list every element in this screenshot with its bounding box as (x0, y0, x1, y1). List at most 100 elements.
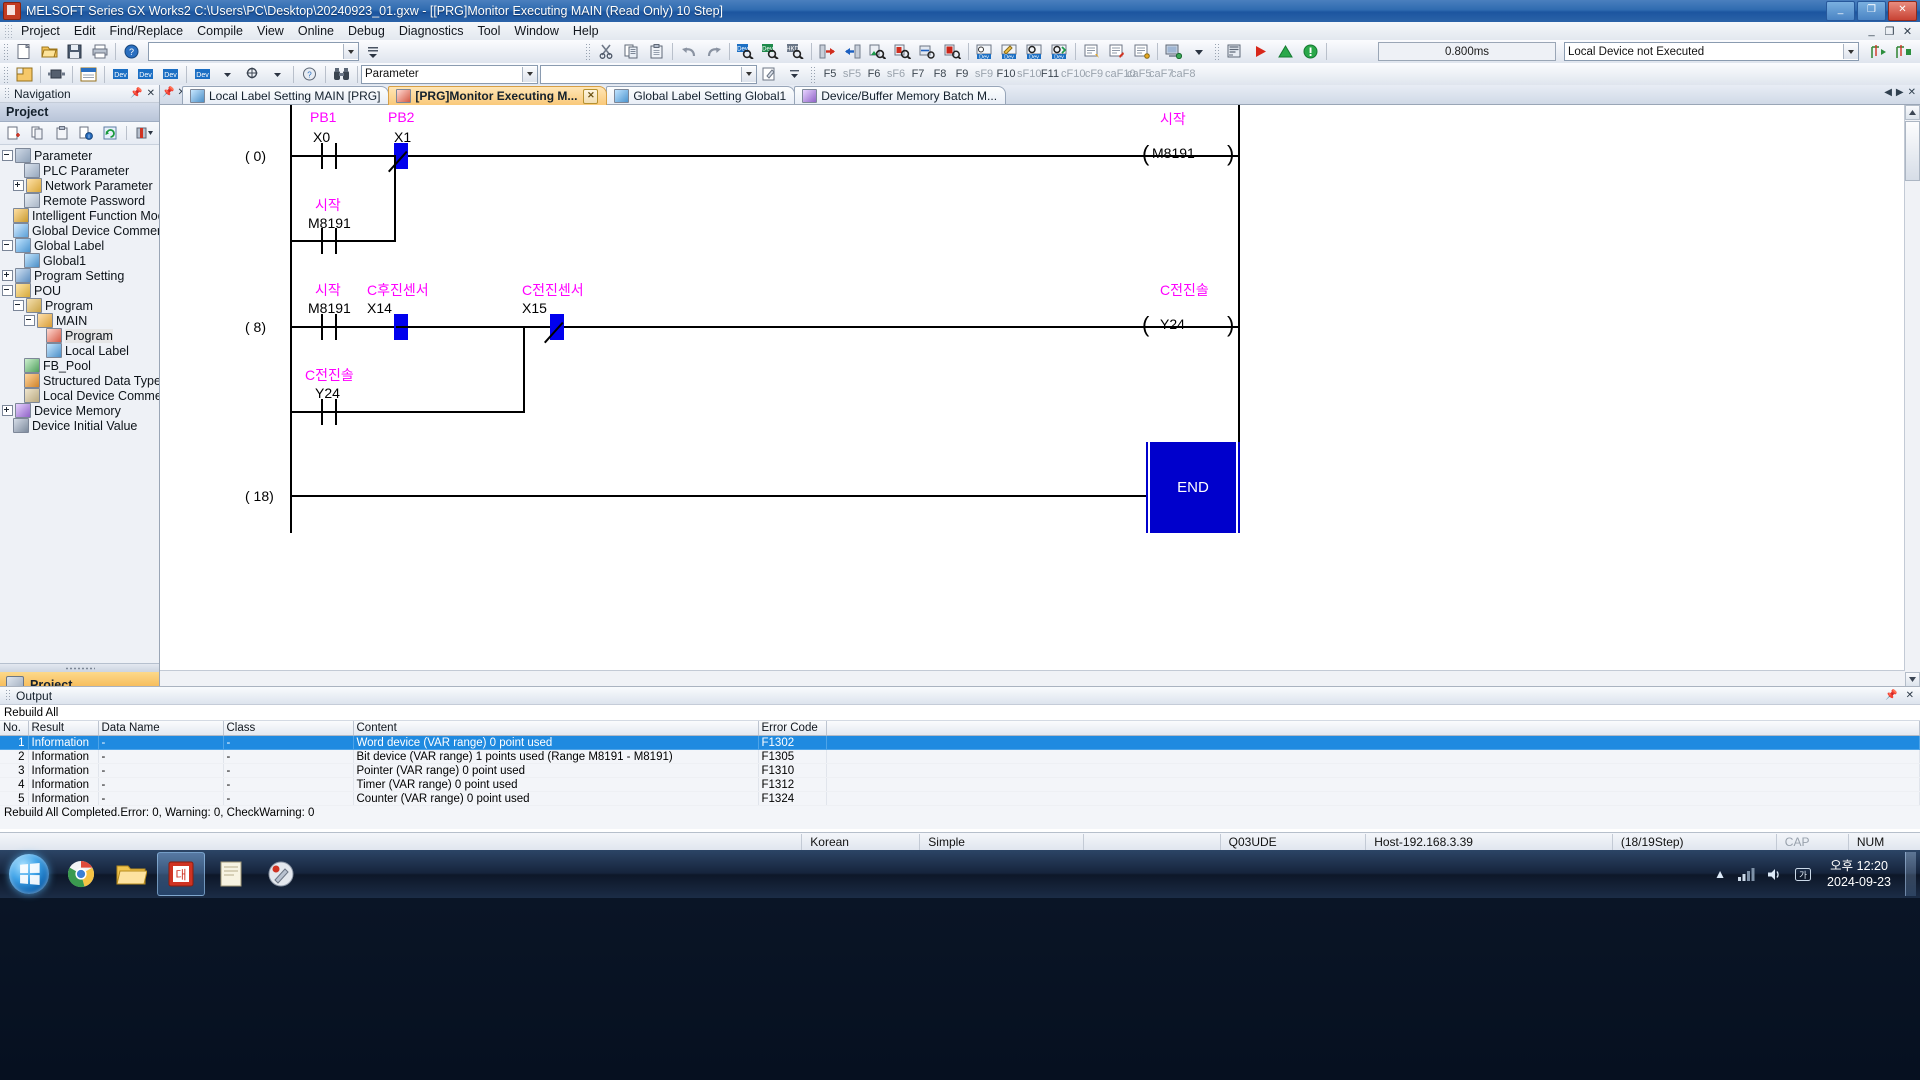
tree-item-network-parameter[interactable]: Network Parameter (2, 178, 159, 193)
pin-icon[interactable]: 📌 (130, 88, 142, 99)
circle-help-icon[interactable]: ? (298, 63, 321, 85)
print-icon[interactable] (88, 41, 111, 63)
write-mode-icon[interactable] (758, 63, 781, 85)
taskbar-item-chrome[interactable] (57, 852, 105, 896)
fkey-sf6[interactable]: sF6 (885, 68, 907, 80)
chevron-down-icon[interactable] (1843, 44, 1858, 59)
tree-expand-toggle[interactable] (2, 405, 13, 416)
fkey-cf9[interactable]: cF9 (1083, 68, 1105, 80)
tab-close-icon[interactable]: ✕ (583, 88, 599, 104)
tree-item-local-device-comment[interactable]: Local Device Comment (2, 388, 159, 403)
col-class[interactable]: Class (223, 721, 354, 736)
toolbar-grip[interactable] (3, 43, 9, 60)
network-icon[interactable] (1738, 867, 1755, 882)
project-view-icon[interactable] (13, 63, 36, 85)
menu-window[interactable]: Window (507, 23, 565, 39)
tree-item-fb-pool[interactable]: FB_Pool (2, 358, 159, 373)
tree-item-global1[interactable]: Global1 (2, 253, 159, 268)
docking-window-icon[interactable] (77, 63, 100, 85)
mdi-minimize-button[interactable]: _ (1864, 25, 1879, 38)
panel-splitter[interactable] (0, 663, 159, 672)
ladder-editor[interactable]: ( 0) PB1 X0 PB2 X1 시작 M8191 시작 M8191 ()… (160, 104, 1920, 687)
tree-item-pou[interactable]: POU (2, 283, 159, 298)
menu-compile[interactable]: Compile (190, 23, 250, 39)
start-button[interactable] (2, 852, 56, 896)
redo-icon[interactable] (702, 41, 725, 63)
new-project-icon[interactable] (13, 41, 36, 63)
menu-help[interactable]: Help (566, 23, 606, 39)
device-edit-icon[interactable]: Dev (109, 63, 132, 85)
tree-item-global-device-comment[interactable]: Global Device Comment (2, 223, 159, 238)
monitor-start-all-icon[interactable] (1867, 41, 1890, 63)
device-edit3-icon[interactable]: Dev (159, 63, 182, 85)
menu-diagnostics[interactable]: Diagnostics (392, 23, 471, 39)
output-row[interactable]: 2 Information - - Bit device (VAR range) 1 p… (0, 749, 1920, 764)
fkey-f11[interactable]: F11 (1039, 68, 1061, 80)
statement-icon[interactable] (1105, 41, 1128, 63)
refresh-icon[interactable] (100, 123, 120, 143)
tab-prg-monitor-executing-m[interactable]: [PRG]Monitor Executing M... ✕ (388, 86, 608, 105)
col-content[interactable]: Content (353, 721, 759, 736)
chevron-down-icon[interactable] (741, 66, 756, 82)
menubar-grip[interactable] (4, 24, 12, 38)
fkey-cf10[interactable]: cF10 (1061, 68, 1085, 80)
tab-device-buffer-memory-batch-m[interactable]: Device/Buffer Memory Batch M... (794, 86, 1007, 105)
copy-icon[interactable] (620, 41, 643, 63)
device-list-icon[interactable] (941, 41, 964, 63)
menu-find-replace[interactable]: Find/Replace (102, 23, 190, 39)
fkey-sf5[interactable]: sF5 (841, 68, 863, 80)
output-grip[interactable] (5, 689, 11, 702)
tree-item-device-initial-value[interactable]: Device Initial Value (2, 418, 159, 433)
monitor-mode-icon[interactable] (1299, 41, 1322, 63)
fkey-f8[interactable]: F8 (929, 68, 951, 80)
taskbar-clock[interactable]: 오후 12:20 2024-09-23 (1817, 858, 1901, 890)
fkey-sf10[interactable]: sF10 (1017, 68, 1041, 80)
tree-item-parameter[interactable]: Parameter (2, 148, 159, 163)
tab-local-label-setting-main-prg[interactable]: Local Label Setting MAIN [PRG] (182, 86, 390, 105)
find-binoculars-icon[interactable] (330, 63, 353, 85)
note-icon[interactable] (1130, 41, 1153, 63)
tree-collapse-toggle[interactable] (13, 300, 24, 311)
fkey-caf8[interactable]: caF8 (1171, 68, 1195, 80)
menu-view[interactable]: View (250, 23, 291, 39)
paste-icon[interactable] (645, 41, 668, 63)
fkey-f6[interactable]: F6 (863, 68, 885, 80)
undo-icon[interactable] (677, 41, 700, 63)
close-icon[interactable]: ✕ (147, 88, 155, 99)
device-read-icon[interactable]: Dev (973, 41, 996, 63)
input-method-icon[interactable]: 가 (1795, 867, 1812, 882)
monitor-pc-icon[interactable] (1162, 41, 1185, 63)
secondary-combo[interactable] (540, 64, 757, 84)
close-button[interactable]: ✕ (1888, 1, 1917, 21)
device-find-icon[interactable]: Dev (734, 41, 757, 63)
step-in-icon[interactable] (816, 41, 839, 63)
device-monitor-icon[interactable]: Dev (1023, 41, 1046, 63)
ladder-vertical-scrollbar[interactable] (1904, 105, 1920, 687)
col-error-code[interactable]: Error Code (758, 721, 827, 736)
fkey-f10[interactable]: F10 (995, 68, 1017, 80)
menu-tool[interactable]: Tool (470, 23, 507, 39)
col-no[interactable]: No. (0, 721, 29, 736)
tree-expand-toggle[interactable] (13, 180, 24, 191)
tree-item-plc-parameter[interactable]: PLC Parameter (2, 163, 159, 178)
col-result[interactable]: Result (28, 721, 99, 736)
local-device-status-combo[interactable]: Local Device not Executed (1564, 42, 1859, 61)
taskbar-item-notepad[interactable] (207, 852, 255, 896)
ladder-canvas[interactable]: ( 0) PB1 X0 PB2 X1 시작 M8191 시작 M8191 ()… (160, 105, 1905, 687)
program-check-icon[interactable] (1224, 41, 1247, 63)
tree-item-program[interactable]: Program (2, 298, 159, 313)
tree-collapse-toggle[interactable] (2, 150, 13, 161)
copy-data-icon[interactable] (28, 123, 48, 143)
connection-icon[interactable] (45, 63, 68, 85)
combo-overflow2-icon[interactable] (1187, 41, 1210, 63)
output-row[interactable]: 3 Information - - Pointer (VAR range) 0 poin… (0, 763, 1920, 778)
show-desktop-button[interactable] (1905, 852, 1916, 896)
tree-item-structured-data-types[interactable]: Structured Data Types (2, 373, 159, 388)
tree-collapse-toggle[interactable] (2, 240, 13, 251)
fkey-caf5[interactable]: caF5 (1127, 68, 1151, 80)
tab-scroll-right[interactable]: ▶ (1896, 87, 1904, 98)
start-monitor-icon[interactable] (1249, 41, 1272, 63)
tree-item-remote-password[interactable]: Remote Password (2, 193, 159, 208)
navigation-grip[interactable] (4, 87, 10, 100)
col-data-name[interactable]: Data Name (98, 721, 224, 736)
